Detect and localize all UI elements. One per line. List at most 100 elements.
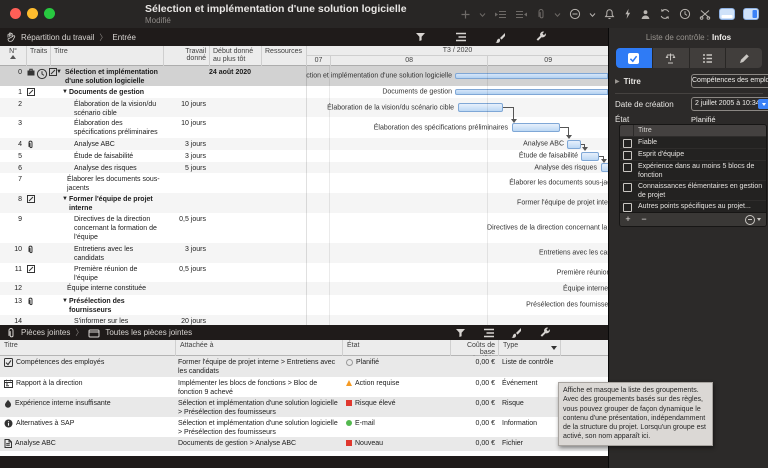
breadcrumb-attachments[interactable]: Pièces jointes	[21, 328, 70, 337]
disclosure-triangle-icon[interactable]: ▼	[56, 68, 62, 77]
paperclip-icon[interactable]	[536, 8, 546, 20]
gantt-task-bar[interactable]	[601, 163, 608, 172]
row-number: 13	[0, 295, 22, 315]
checklist-item[interactable]: Autres points spécifiques au projet...	[620, 200, 766, 212]
gantt-task-bar[interactable]	[567, 140, 581, 149]
filter-icon[interactable]	[455, 328, 466, 338]
action-menu-button[interactable]	[745, 215, 761, 225]
outline-row[interactable]: 8▼Former l'équipe de projet interneForme…	[0, 193, 608, 213]
breadcrumb-all-attachments[interactable]: Toutes les pièces jointes	[105, 328, 192, 337]
plus-icon[interactable]	[460, 9, 471, 20]
column-header-resources[interactable]: Ressources	[261, 46, 306, 66]
wrench-icon[interactable]	[535, 31, 547, 43]
attachment-row[interactable]: Expérience interne insuffisanteSélection…	[0, 397, 608, 417]
outline-row[interactable]: 1▼Documents de gestionDocuments de gesti…	[0, 86, 608, 98]
gantt-task-bar[interactable]	[458, 103, 503, 112]
inspector-tab-resources[interactable]	[653, 48, 690, 68]
bell-icon[interactable]	[604, 8, 615, 20]
gantt-task-bar[interactable]	[581, 152, 599, 161]
checklist-item[interactable]: Fiable	[620, 136, 766, 148]
column-header-work[interactable]: Travail donné	[163, 46, 209, 66]
gantt-group-bar[interactable]	[455, 89, 608, 95]
outline-row[interactable]: 11Première réunion de l'équipe0,5 joursP…	[0, 263, 608, 282]
gantt-group-bar[interactable]	[455, 73, 608, 79]
remove-item-button[interactable]: −	[636, 213, 652, 226]
chevron-down-icon[interactable]	[554, 9, 561, 20]
disclosure-triangle-icon[interactable]: ▶	[615, 78, 620, 85]
attachments-column-cost[interactable]: Coûts de base planifiés	[450, 340, 498, 356]
attachments-column-state[interactable]: État	[342, 340, 450, 356]
checkbox-unchecked-icon[interactable]	[623, 139, 632, 148]
checklist-header-title[interactable]: Titre	[634, 125, 652, 136]
outline-row[interactable]: 13▼Présélection des fournisseursPrésélec…	[0, 295, 608, 315]
chevron-down-icon[interactable]	[479, 9, 486, 20]
task-title-cell: Entretiens avec les candidats	[50, 243, 162, 263]
attachment-row[interactable]: Rapport à la directionImplémenter les bl…	[0, 377, 608, 397]
inspector-tab-pencil[interactable]	[726, 48, 762, 68]
brush-icon[interactable]	[495, 32, 506, 43]
clock-icon[interactable]	[679, 8, 691, 20]
outline-row[interactable]: 4Analyse ABC3 joursAnalyse ABC	[0, 138, 608, 150]
title-toolbar	[460, 0, 759, 28]
wrench-icon[interactable]	[539, 327, 551, 339]
inspector-tab-list[interactable]	[690, 48, 727, 68]
grouping-icon[interactable]	[455, 32, 467, 42]
outline-row[interactable]: 7Élaborer les documents sous-jacentsÉlab…	[0, 173, 608, 193]
attachment-row[interactable]: Alternatives à SAPSélection et implément…	[0, 417, 608, 437]
person-icon[interactable]	[640, 9, 651, 20]
breadcrumb-subview[interactable]: Entrée	[112, 33, 136, 42]
grouping-icon[interactable]	[483, 328, 495, 338]
column-header-number[interactable]: N°	[0, 46, 26, 66]
indent-icon[interactable]	[494, 9, 507, 20]
attachment-type: Risque	[502, 397, 566, 417]
inspector-date-field[interactable]: 2 juillet 2005 à 10:34	[691, 97, 768, 111]
checklist-item[interactable]: Esprit d'équipe	[620, 148, 766, 160]
panel-bottom-icon[interactable]	[719, 8, 735, 20]
outline-row[interactable]: 12Équipe interne constituéeÉquipe intern…	[0, 282, 608, 295]
outline-row[interactable]: 2Élaboration de la vision/du scénario ci…	[0, 98, 608, 117]
column-header-title[interactable]: Titre	[50, 46, 163, 66]
gantt-task-bar[interactable]	[512, 123, 560, 132]
minimize-window-button[interactable]	[27, 8, 38, 19]
zoom-window-button[interactable]	[44, 8, 55, 19]
inspector-title-field[interactable]: Compétences des employés	[691, 74, 768, 88]
disclosure-triangle-icon[interactable]: ▼	[62, 297, 68, 306]
disclosure-triangle-icon[interactable]: ▼	[62, 195, 68, 204]
add-item-button[interactable]: +	[620, 213, 636, 226]
filter-icon[interactable]	[415, 32, 426, 42]
column-header-traits[interactable]: Traits	[26, 46, 50, 66]
outdent-icon[interactable]	[515, 9, 528, 20]
outline-row[interactable]: 14S'informer sur les20 jours	[0, 315, 608, 325]
outline-row[interactable]: 0▼Sélection et implémentation d'une solu…	[0, 66, 608, 86]
row-number: 8	[0, 193, 22, 213]
date-dropdown-button[interactable]	[758, 99, 768, 109]
column-header-start[interactable]: Début donné au plus tôt	[209, 46, 261, 66]
outline-row[interactable]: 9Directives de la direction concernant l…	[0, 213, 608, 243]
dependency-arrow-icon	[582, 147, 588, 151]
breadcrumb-view[interactable]: Répartition du travail	[21, 33, 94, 42]
checkbox-unchecked-icon[interactable]	[623, 151, 632, 160]
checklist-item[interactable]: Expérience dans au moins 5 blocs de fonc…	[620, 160, 766, 180]
circle-minus-icon[interactable]	[569, 8, 581, 20]
outline-row[interactable]: 5Étude de faisabilité3 joursÉtude de fai…	[0, 150, 608, 162]
inspector-tab-checkbox[interactable]	[616, 48, 653, 68]
checkbox-unchecked-icon[interactable]	[623, 203, 632, 212]
scissors-icon[interactable]	[699, 9, 711, 20]
checklist-item[interactable]: Connaissances élémentaires en gestion de…	[620, 180, 766, 200]
panel-right-icon[interactable]	[743, 8, 759, 20]
lightning-icon[interactable]	[623, 8, 632, 20]
attachments-column-attached[interactable]: Attachée à	[175, 340, 342, 356]
attachment-row[interactable]: Compétences des employésFormer l'équipe …	[0, 356, 608, 377]
checkbox-unchecked-icon[interactable]	[623, 163, 632, 172]
close-window-button[interactable]	[10, 8, 21, 19]
disclosure-triangle-icon[interactable]: ▼	[62, 88, 68, 97]
task-work	[163, 173, 206, 193]
brush-icon[interactable]	[511, 327, 522, 338]
outline-row[interactable]: 10Entretiens avec les candidats3 joursEn…	[0, 243, 608, 263]
chevron-down-icon[interactable]	[589, 9, 596, 20]
checkbox-unchecked-icon[interactable]	[623, 183, 632, 192]
outline-row[interactable]: 6Analyse des risques5 joursAnalyse des r…	[0, 162, 608, 173]
attachment-row[interactable]: Analyse ABCDocuments de gestion > Analys…	[0, 437, 608, 451]
attachments-column-title[interactable]: Titre	[0, 340, 175, 356]
sync-icon[interactable]	[659, 8, 671, 20]
